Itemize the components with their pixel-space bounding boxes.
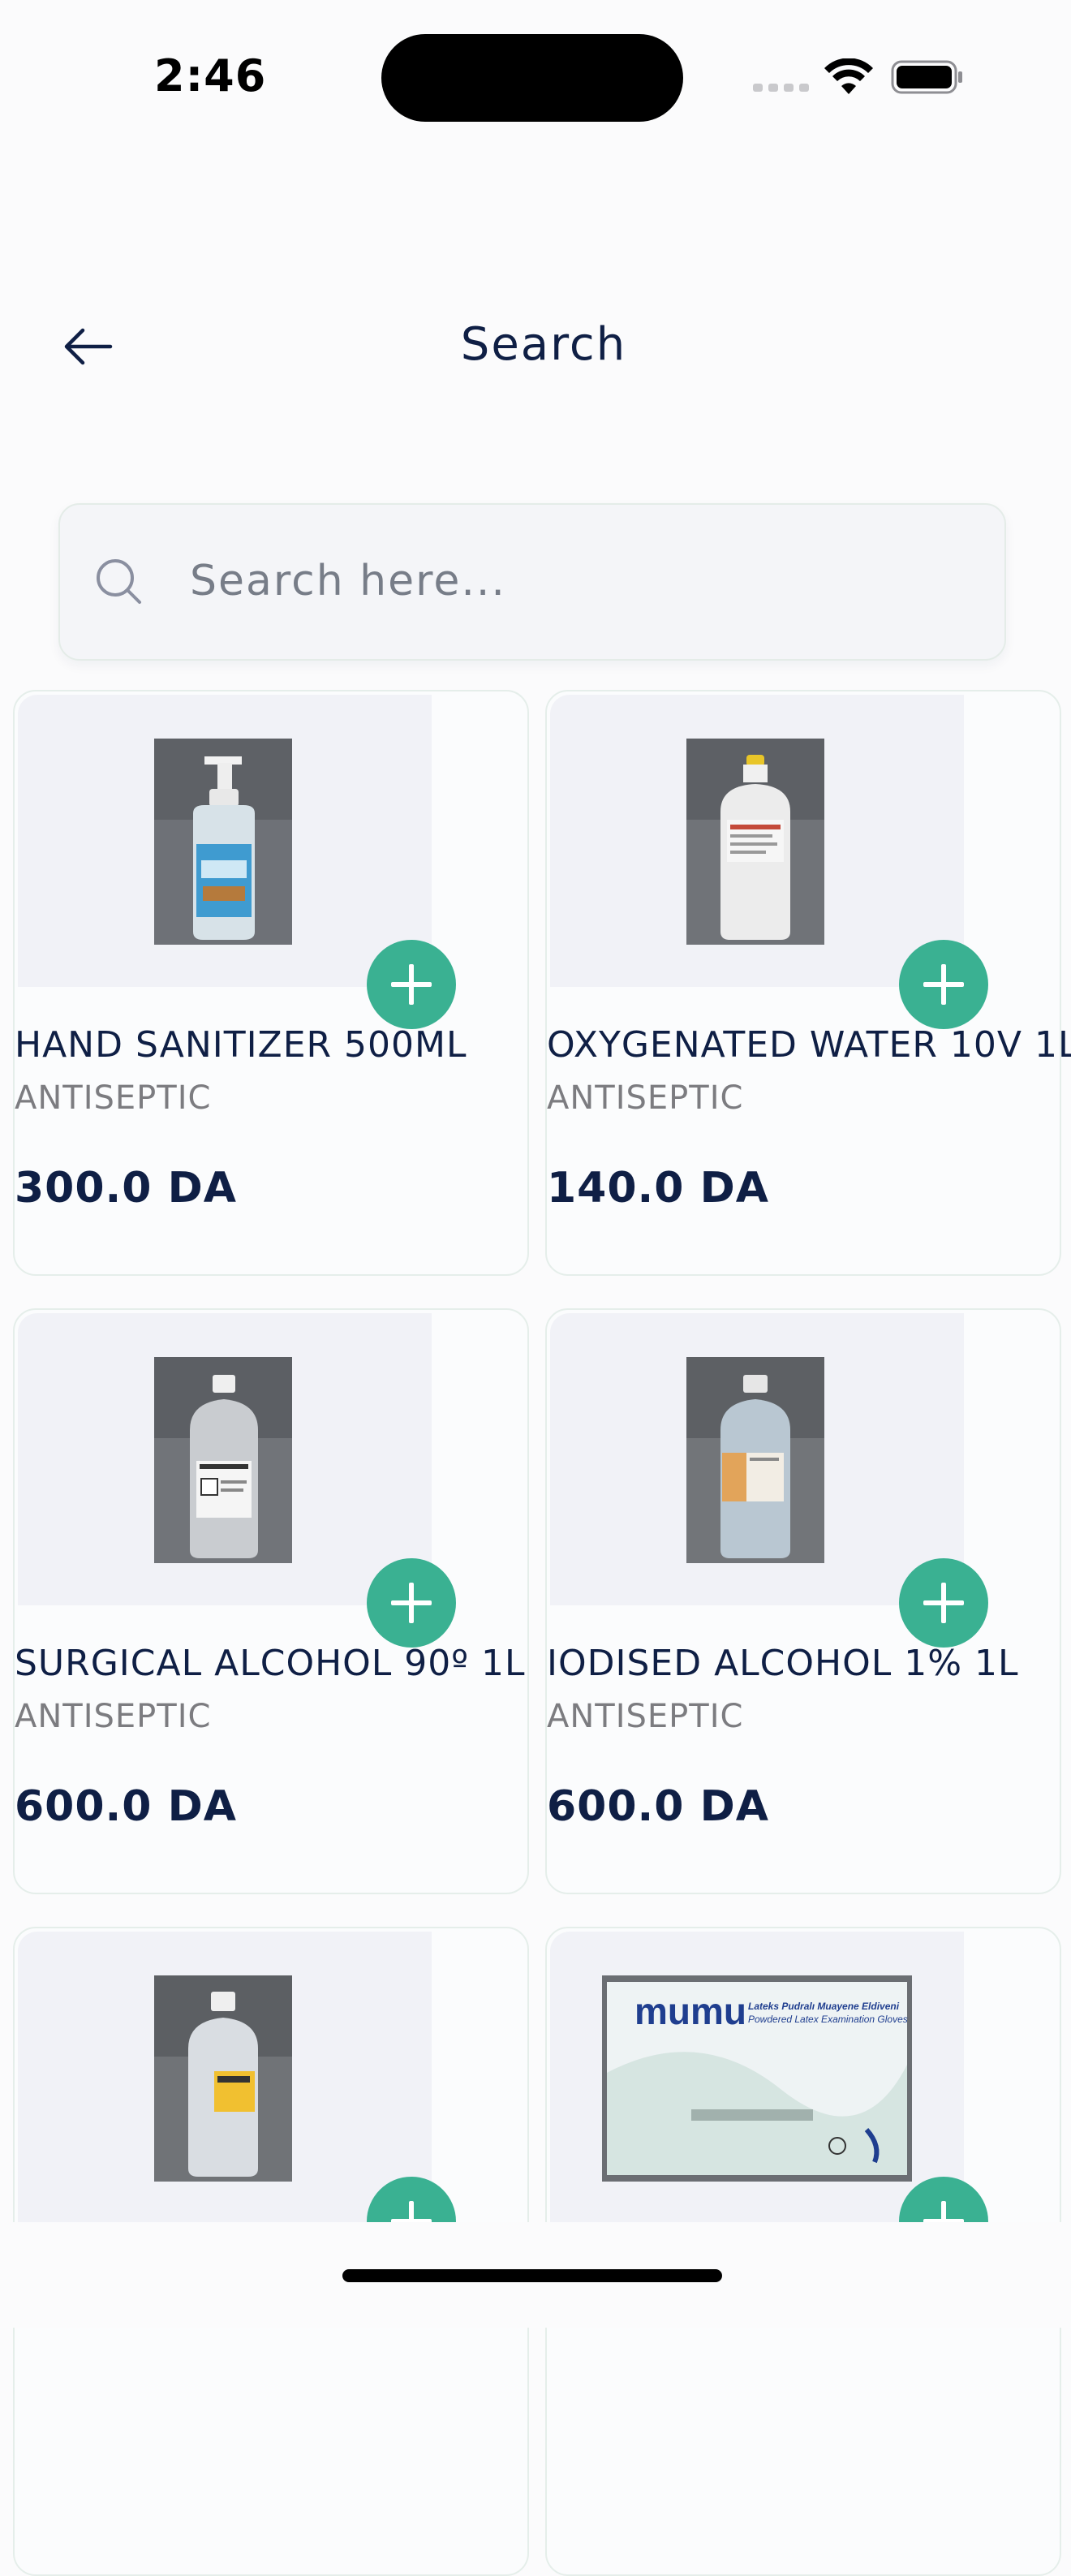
cellular-signal-icon xyxy=(753,84,810,92)
box-text-line1: Lateks Pudralı Muayene Eldiveni xyxy=(748,2001,900,2012)
status-time: 2:46 xyxy=(154,50,267,101)
product-image xyxy=(154,1975,292,2182)
product-card[interactable]: OXYGENATED WATER 10V 1L ANTISEPTIC 140.0… xyxy=(545,690,1071,1276)
product-category: ANTISEPTIC xyxy=(547,1079,744,1117)
product-image xyxy=(154,739,292,945)
product-image xyxy=(154,1357,292,1563)
product-price: 600.0 DA xyxy=(15,1782,237,1831)
product-image xyxy=(686,739,824,945)
product-name: HAND SANITIZER 500ML xyxy=(15,1024,467,1066)
product-image-area: mumu Lateks Pudralı Muayene Eldiveni Pow… xyxy=(550,1932,964,2224)
product-price: 300.0 DA xyxy=(15,1164,237,1213)
dynamic-island xyxy=(381,34,683,122)
add-to-cart-button[interactable] xyxy=(367,940,456,1029)
product-price: 600.0 DA xyxy=(547,1782,769,1831)
product-price: 140.0 DA xyxy=(547,1164,769,1213)
product-image-area xyxy=(550,1313,964,1605)
product-category: ANTISEPTIC xyxy=(547,1698,744,1735)
product-image xyxy=(686,1357,824,1563)
home-indicator[interactable] xyxy=(342,2269,722,2282)
brand-logo-text: mumu xyxy=(634,1990,746,2032)
add-to-cart-button[interactable] xyxy=(367,1558,456,1648)
add-to-cart-button[interactable] xyxy=(899,1558,988,1648)
product-category: ANTISEPTIC xyxy=(15,1079,212,1117)
box-text-line2: Powdered Latex Examination Gloves xyxy=(748,2014,908,2025)
product-category: ANTISEPTIC xyxy=(15,1698,212,1735)
product-name: OXYGENATED WATER 10V 1L xyxy=(547,1024,1071,1066)
wifi-icon xyxy=(824,58,873,94)
product-image-area xyxy=(550,695,964,987)
product-image-area xyxy=(18,1932,432,2224)
product-card[interactable]: HAND SANITIZER 500ML ANTISEPTIC 300.0 DA xyxy=(13,690,529,1276)
product-name: SURGICAL ALCOHOL 90º 1L xyxy=(15,1643,526,1684)
product-card[interactable]: SURGICAL ALCOHOL 90º 1L ANTISEPTIC 600.0… xyxy=(13,1308,529,1894)
search-input[interactable]: Search here... xyxy=(58,503,1006,661)
product-name: IODISED ALCOHOL 1% 1L xyxy=(547,1643,1019,1684)
product-image-area xyxy=(18,695,432,987)
add-to-cart-button[interactable] xyxy=(899,940,988,1029)
search-placeholder: Search here... xyxy=(190,557,506,605)
product-card[interactable]: IODISED ALCOHOL 1% 1L ANTISEPTIC 600.0 D… xyxy=(545,1308,1061,1894)
product-image-area xyxy=(18,1313,432,1605)
battery-icon xyxy=(891,60,962,94)
search-icon xyxy=(97,559,141,604)
page-title: Search xyxy=(460,318,627,371)
product-image: mumu Lateks Pudralı Muayene Eldiveni Pow… xyxy=(602,1975,912,2182)
